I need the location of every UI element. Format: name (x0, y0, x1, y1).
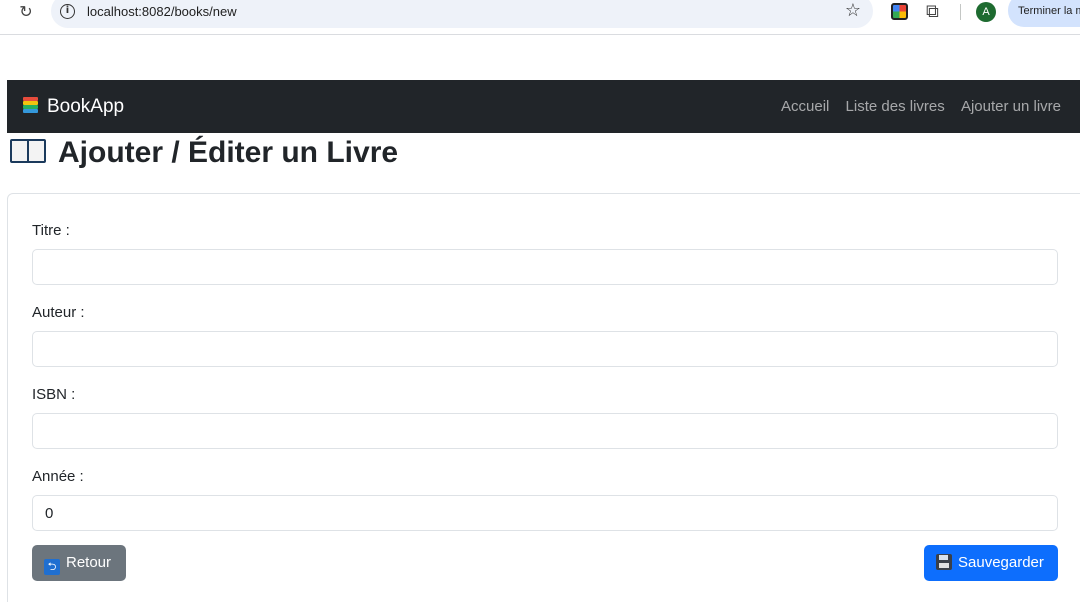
nav-link-liste-livres[interactable]: Liste des livres (846, 98, 945, 115)
nav-link-ajouter-livre[interactable]: Ajouter un livre (961, 98, 1061, 115)
return-icon: ⮌ (44, 559, 60, 575)
update-button[interactable]: Terminer la mise à jour (1008, 0, 1080, 27)
title-input[interactable] (32, 249, 1058, 285)
star-icon[interactable]: ☆ (845, 0, 861, 21)
title-label: Titre : (32, 222, 70, 239)
isbn-input[interactable] (32, 413, 1058, 449)
isbn-label: ISBN : (32, 386, 76, 403)
save-button[interactable]: Sauvegarder (924, 545, 1058, 581)
brand-label: BookApp (47, 96, 125, 117)
nav-links: Accueil Liste des livres Ajouter un livr… (769, 98, 1061, 115)
books-icon (22, 97, 39, 114)
year-input[interactable] (32, 495, 1058, 531)
author-label: Auteur : (32, 304, 85, 321)
browser-toolbar: ↻ i localhost:8082/books/new ☆ ⧉ A Termi… (0, 0, 1080, 35)
puzzle-icon[interactable]: ⧉ (926, 1, 939, 22)
profile-avatar[interactable]: A (976, 2, 996, 22)
page-title: Ajouter / Éditer un Livre (10, 136, 398, 170)
navbar: BookApp Accueil Liste des livres Ajouter… (7, 80, 1080, 133)
floppy-disk-icon (936, 554, 952, 570)
book-form-card: Titre : Auteur : ISBN : Année : ⮌Retour … (7, 193, 1080, 602)
page-title-text: Ajouter / Éditer un Livre (58, 136, 399, 169)
toolbar-divider (960, 4, 961, 20)
back-button[interactable]: ⮌ Retour (32, 545, 126, 581)
year-label: Année : (32, 468, 84, 485)
nav-link-accueil[interactable]: Accueil (781, 98, 829, 115)
save-button-label: Sauvegarder (958, 554, 1044, 571)
navbar-brand[interactable]: BookApp (22, 96, 124, 118)
address-bar[interactable]: i localhost:8082/books/new ☆ (51, 0, 873, 28)
reload-icon[interactable]: ↻ (16, 2, 36, 22)
extension-icon[interactable] (891, 3, 908, 20)
info-icon[interactable]: i (60, 4, 75, 19)
back-button-label: Retour (66, 554, 112, 571)
author-input[interactable] (32, 331, 1058, 367)
open-book-icon (10, 137, 46, 165)
url-text[interactable]: localhost:8082/books/new (87, 4, 237, 19)
